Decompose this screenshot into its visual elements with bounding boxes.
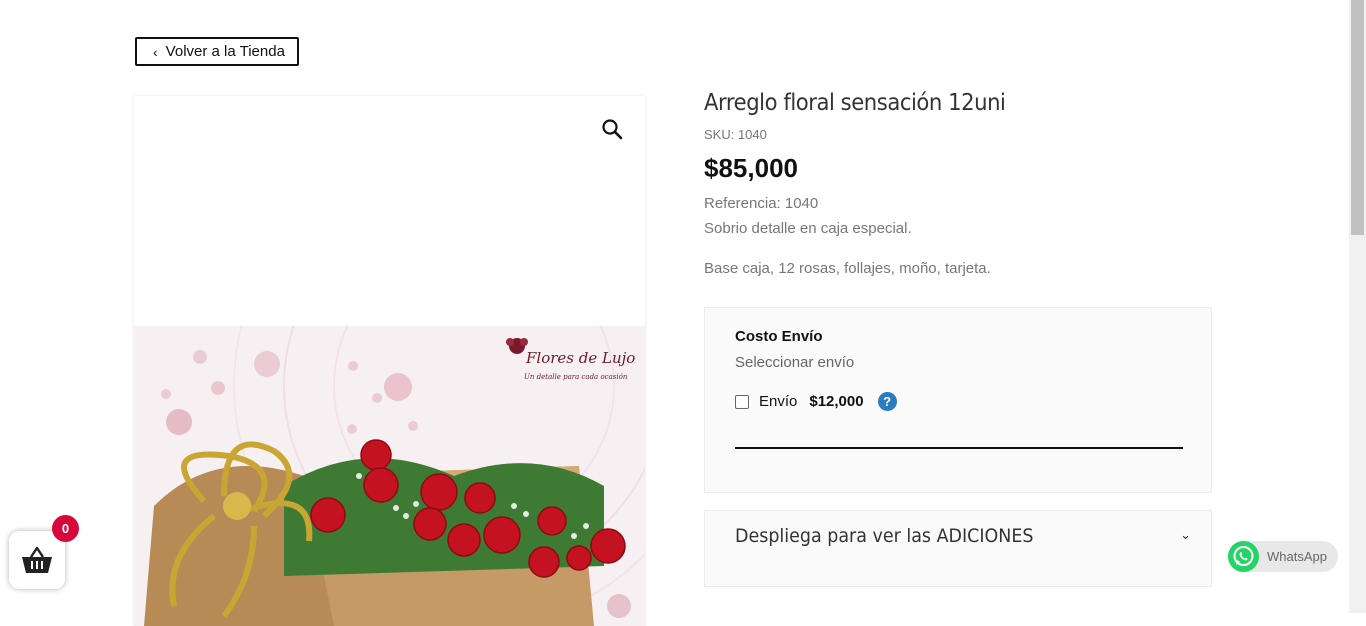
brand-tagline-text: Un detalle para cada ocasión xyxy=(524,373,628,381)
scrollbar-thumb[interactable] xyxy=(1351,0,1364,235)
brand-logo-text: Flores de Lujo xyxy=(525,349,635,367)
additions-accordion[interactable]: Despliega para ver las ADICIONES ⌄ xyxy=(704,510,1212,587)
chevron-left-icon: ‹ xyxy=(153,43,158,60)
product-description: Sobrio detalle en caja especial. xyxy=(704,220,912,237)
divider xyxy=(735,447,1183,449)
product-image[interactable]: Flores de Lujo Un detalle para cada ocas… xyxy=(134,326,645,626)
product-title: Arreglo floral sensación 12uni xyxy=(704,90,1006,116)
product-gallery: Flores de Lujo Un detalle para cada ocas… xyxy=(134,96,645,626)
cart-count-badge: 0 xyxy=(52,515,79,542)
back-to-store-button[interactable]: ‹ Volver a la Tienda xyxy=(135,37,299,66)
whatsapp-label: WhatsApp xyxy=(1267,549,1327,564)
help-icon[interactable]: ? xyxy=(877,392,897,411)
cart-button[interactable] xyxy=(9,531,65,589)
whatsapp-icon xyxy=(1228,541,1259,572)
additions-label: Despliega para ver las ADICIONES xyxy=(735,525,1034,547)
product-sku: SKU: 1040 xyxy=(704,127,767,142)
search-icon[interactable] xyxy=(601,118,623,140)
shipping-option-price: $12,000 xyxy=(809,393,864,410)
shipping-checkbox[interactable] xyxy=(735,394,749,409)
basket-icon xyxy=(22,546,52,573)
chevron-down-icon: ⌄ xyxy=(1180,527,1191,542)
shipping-heading: Costo Envío xyxy=(735,328,823,345)
product-contents: Base caja, 12 rosas, follajes, moño, tar… xyxy=(704,260,991,277)
shipping-select-label: Seleccionar envío xyxy=(735,354,855,371)
back-to-store-label: Volver a la Tienda xyxy=(165,43,285,60)
product-price: $85,000 xyxy=(704,153,798,183)
shipping-option-row: Envío $12,000 ? xyxy=(735,392,897,411)
shipping-options: Costo Envío Seleccionar envío Envío $12,… xyxy=(704,307,1212,493)
shipping-option-label: Envío xyxy=(759,393,798,410)
product-reference: Referencia: 1040 xyxy=(704,195,819,212)
whatsapp-button[interactable]: WhatsApp xyxy=(1228,541,1338,572)
page-scrollbar[interactable] xyxy=(1349,0,1366,613)
